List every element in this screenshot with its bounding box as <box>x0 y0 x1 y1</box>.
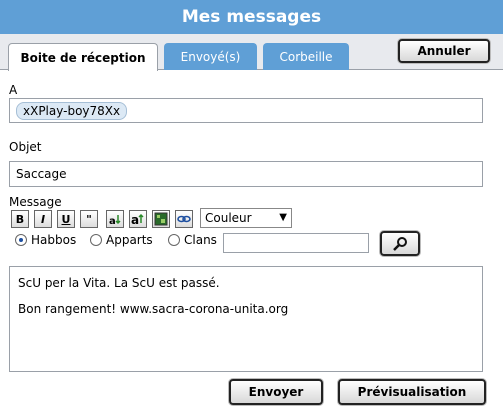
font-larger-button[interactable]: a <box>129 210 147 228</box>
color-select[interactable]: Couleur ▼ <box>200 208 292 228</box>
radio-apparts-label: Apparts <box>106 233 153 247</box>
preview-button[interactable]: Prévisualisation <box>338 379 486 405</box>
message-line-2-text: Bon rangement! www.sacra-corona-unita.or… <box>18 302 289 316</box>
message-textarea[interactable]: ScU per la Vita. La ScU est passé. Bon r… <box>9 266 483 372</box>
search-input[interactable] <box>223 233 369 253</box>
svg-text:a: a <box>109 216 116 226</box>
tab-sent[interactable]: Envoyé(s) <box>164 43 257 70</box>
preview-button-label: Prévisualisation <box>357 385 467 399</box>
link-button[interactable] <box>175 210 193 228</box>
window-titlebar: Mes messages <box>0 0 503 34</box>
radio-habbos-label: Habbos <box>31 233 77 247</box>
subject-input[interactable]: Saccage <box>9 161 483 187</box>
italic-icon: I <box>40 212 46 226</box>
search-icon <box>393 236 407 251</box>
svg-text:a: a <box>131 213 139 226</box>
recipient-chip[interactable]: xXPlay-boy78Xx <box>16 102 128 120</box>
tab-trash[interactable]: Corbeille <box>263 43 349 70</box>
bold-button[interactable]: B <box>11 210 29 228</box>
to-label: A <box>9 83 18 97</box>
quote-icon: " <box>86 212 92 226</box>
radio-clans-icon[interactable] <box>168 234 180 246</box>
font-larger-icon: a <box>131 213 144 226</box>
message-line-2: Bon rangement! www.sacra-corona-unita.or… <box>18 301 474 317</box>
link-icon <box>177 215 191 223</box>
search-button[interactable] <box>380 231 420 256</box>
radio-habbos[interactable]: Habbos <box>15 233 76 247</box>
subject-value: Saccage <box>16 167 67 181</box>
send-button[interactable]: Envoyer <box>229 379 323 405</box>
radio-apparts-icon[interactable] <box>90 234 102 246</box>
italic-button[interactable]: I <box>34 210 52 228</box>
bold-icon: B <box>15 212 25 226</box>
radio-clans[interactable]: Clans <box>168 233 217 247</box>
send-button-label: Envoyer <box>248 385 304 399</box>
chevron-down-icon: ▼ <box>279 212 287 223</box>
cancel-button[interactable]: Annuler <box>398 39 490 63</box>
image-button[interactable] <box>152 210 170 228</box>
quote-button[interactable]: " <box>80 210 98 228</box>
subject-label: Objet <box>9 140 42 154</box>
image-icon <box>154 212 168 226</box>
radio-clans-label: Clans <box>184 233 217 247</box>
message-line-1: ScU per la Vita. La ScU est passé. <box>18 275 474 291</box>
message-label: Message <box>9 195 62 209</box>
radio-apparts[interactable]: Apparts <box>90 233 153 247</box>
tab-inbox[interactable]: Boite de réception <box>8 43 158 71</box>
tab-sent-label: Envoyé(s) <box>180 50 241 64</box>
cancel-button-label: Annuler <box>417 44 471 58</box>
font-smaller-icon: a <box>109 215 121 226</box>
underline-icon: U <box>61 212 71 226</box>
underline-button[interactable]: U <box>57 210 75 228</box>
tab-inbox-label: Boite de réception <box>20 50 146 65</box>
window-title: Mes messages <box>181 7 322 27</box>
radio-habbos-icon[interactable] <box>15 234 27 246</box>
message-line-1-text: ScU per la Vita. La ScU est passé. <box>18 276 220 290</box>
tab-trash-label: Corbeille <box>279 50 333 64</box>
font-smaller-button[interactable]: a <box>106 210 124 228</box>
color-select-value: Couleur <box>205 211 252 225</box>
